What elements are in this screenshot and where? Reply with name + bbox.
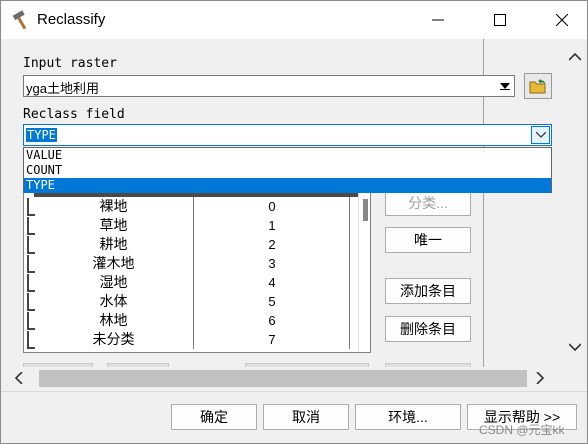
delete-entry-button[interactable]: 删除条目 [385, 316, 471, 342]
unique-button[interactable]: 唯一 [385, 227, 471, 253]
old-value-cell[interactable]: 灌木地 [34, 254, 194, 273]
new-value-cell[interactable]: 4 [195, 273, 350, 292]
close-button[interactable] [539, 1, 585, 39]
table-row[interactable]: 裸地 0 [24, 197, 358, 216]
old-value-cell[interactable]: 湿地 [34, 273, 194, 292]
hammer-icon [12, 10, 27, 30]
table-row[interactable]: 湿地 4 [24, 273, 358, 292]
window-title: Reclassify [37, 11, 106, 28]
table-row[interactable]: 灌木地 3 [24, 254, 358, 273]
table-row[interactable]: 未分类 7 [24, 330, 358, 349]
chevron-down-icon[interactable] [569, 343, 581, 351]
horizontal-scroll-thumb[interactable] [39, 370, 527, 387]
dropdown-option-value[interactable]: VALUE [24, 148, 551, 163]
old-value-cell[interactable]: 林地 [34, 311, 194, 330]
dropdown-arrow-icon[interactable] [497, 78, 512, 94]
table-row[interactable]: 耕地 2 [24, 235, 358, 254]
new-value-cell[interactable]: 2 [195, 235, 350, 254]
reclass-field-label: Reclass field [23, 107, 125, 122]
panel-vertical-scrollbar[interactable] [562, 39, 587, 391]
old-value-cell[interactable]: 水体 [34, 292, 194, 311]
open-folder-icon [529, 79, 546, 94]
reclass-table: 裸地 0 草地 1 耕地 2 灌木地 3 湿地 4 水体 5 林地 6 未分类 … [23, 188, 371, 353]
table-row[interactable]: 草地 1 [24, 216, 358, 235]
environments-button[interactable]: 环境... [355, 404, 461, 430]
dropdown-option-count[interactable]: COUNT [24, 163, 551, 178]
watermark-text: CSDN @元宝kk [479, 423, 565, 437]
ok-button[interactable]: 确定 [171, 404, 257, 430]
new-value-cell[interactable]: 3 [195, 254, 350, 273]
reclass-field-dropdown: VALUE COUNT TYPE [23, 147, 552, 193]
old-value-cell[interactable]: 耕地 [34, 235, 194, 254]
minimize-button[interactable] [415, 1, 461, 39]
table-vertical-scrollbar[interactable] [358, 189, 370, 352]
new-value-cell[interactable]: 1 [195, 216, 350, 235]
table-row[interactable]: 林地 6 [24, 311, 358, 330]
old-value-cell[interactable]: 未分类 [34, 330, 194, 349]
reclass-field-combo[interactable]: TYPE [23, 124, 552, 146]
chevron-down-icon[interactable] [531, 126, 550, 144]
new-value-cell[interactable]: 6 [195, 311, 350, 330]
table-scroll-thumb[interactable] [363, 199, 368, 221]
add-entry-button[interactable]: 添加条目 [385, 278, 471, 304]
new-value-cell[interactable]: 7 [195, 330, 350, 349]
cancel-button[interactable]: 取消 [263, 404, 349, 430]
new-value-cell[interactable]: 5 [195, 292, 350, 311]
maximize-icon [494, 14, 506, 26]
input-raster-value: yga土地利用 [26, 81, 99, 96]
close-icon [556, 14, 568, 26]
reclassify-window: Reclassify Input raster yga土地利用 Reclass … [0, 0, 588, 444]
input-raster-label: Input raster [23, 56, 117, 71]
panel-horizontal-scrollbar[interactable] [1, 367, 562, 391]
reclass-field-value: TYPE [26, 128, 57, 142]
table-row[interactable]: 水体 5 [24, 292, 358, 311]
chevron-right-icon[interactable] [536, 372, 544, 384]
old-value-cell[interactable]: 草地 [34, 216, 194, 235]
browse-folder-button[interactable] [524, 73, 552, 99]
dropdown-option-type[interactable]: TYPE [24, 178, 551, 193]
minimize-icon [432, 19, 444, 21]
classify-button[interactable]: 分类... [385, 190, 471, 216]
title-bar: Reclassify [1, 1, 587, 39]
chevron-left-icon[interactable] [15, 372, 23, 384]
chevron-up-icon[interactable] [569, 53, 581, 61]
input-raster-combo[interactable]: yga土地利用 [23, 75, 515, 97]
old-value-cell[interactable]: 裸地 [34, 197, 194, 216]
maximize-button[interactable] [477, 1, 523, 39]
new-value-cell[interactable]: 0 [195, 197, 350, 216]
